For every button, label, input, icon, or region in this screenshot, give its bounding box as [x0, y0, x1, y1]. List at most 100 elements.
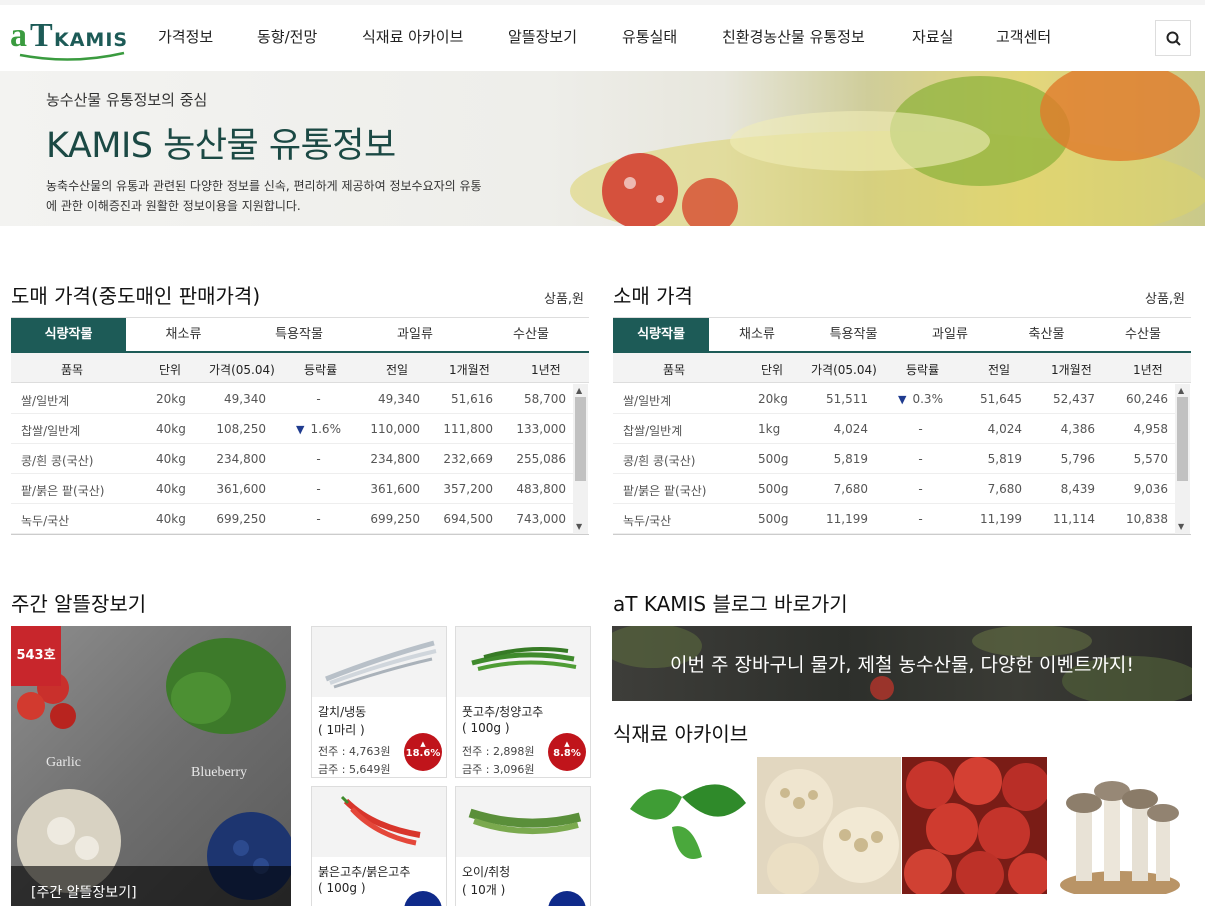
- wholesale-tab-grains[interactable]: 식량작물: [11, 318, 126, 352]
- blog-banner[interactable]: 이번 주 장바구니 물가, 제철 농수산물, 다양한 이벤트까지!: [612, 626, 1192, 701]
- scroll-thumb[interactable]: [1177, 397, 1188, 481]
- change-percent: 8.8%: [553, 748, 581, 759]
- cell-prev-day: 234,800: [370, 452, 420, 466]
- weekly-caption-bar: [주간 알뜰장보기]: [11, 866, 291, 906]
- archive-apple-image[interactable]: [902, 757, 1047, 894]
- cell-month-ago: 357,200: [443, 482, 493, 496]
- scroll-thumb[interactable]: [575, 397, 586, 481]
- table-row[interactable]: 녹두/국산 500g 11,199 - 11,199 11,114 10,838: [613, 504, 1175, 534]
- table-row[interactable]: 쌀/일반계 20kg 51,511 ▼ 0.3% 51,645 52,437 60…: [613, 384, 1175, 414]
- archive-basil-image[interactable]: [612, 757, 754, 894]
- wholesale-tab-special-crops[interactable]: 특용작물: [241, 318, 357, 352]
- cell-year-ago: 5,570: [1133, 452, 1168, 466]
- retail-unit-note: 상품,원: [1145, 292, 1186, 307]
- logo-letter-t: T: [30, 17, 53, 54]
- wholesale-title: 도매 가격(중도매인 판매가격): [11, 284, 261, 308]
- kamis-logo[interactable]: a T KAMIS: [10, 17, 128, 61]
- scroll-down-icon[interactable]: ▼: [1178, 522, 1184, 531]
- cell-price: 361,600: [216, 482, 266, 496]
- logo-letter-a: a: [10, 17, 27, 54]
- product-card[interactable]: 풋고추/청양고추 ( 100g ) 전주 : 2,898원 금주 : 3,096…: [455, 626, 591, 778]
- cell-year-ago: 4,958: [1133, 422, 1168, 436]
- scroll-down-icon[interactable]: ▼: [576, 522, 582, 531]
- green-pepper-icon: [471, 647, 577, 671]
- col-month-ago: 1개월전: [449, 363, 490, 377]
- product-name: 풋고추/청양고추: [462, 705, 544, 719]
- product-image: [456, 787, 590, 857]
- search-icon: [1166, 31, 1181, 46]
- price-last-week: 전주 : 2,898원: [462, 745, 535, 758]
- table-row[interactable]: 찹쌀/일반계 1kg 4,024 - 4,024 4,386 4,958: [613, 414, 1175, 444]
- retail-tab-seafood[interactable]: 수산물: [1095, 318, 1191, 352]
- product-card[interactable]: 붉은고추/붉은고추 ( 100g ): [311, 786, 447, 906]
- cell-unit: 40kg: [156, 452, 186, 466]
- wholesale-table-header: 품목 단위 가격(05.04) 등락률 전일 1개월전 1년전: [11, 353, 589, 383]
- cell-unit: 40kg: [156, 422, 186, 436]
- cell-unit: 1kg: [758, 422, 781, 436]
- wholesale-tab-vegetables[interactable]: 채소류: [126, 318, 241, 352]
- retail-tab-grains[interactable]: 식량작물: [613, 318, 709, 352]
- cell-price: 234,800: [216, 452, 266, 466]
- cell-prev-day: 361,600: [370, 482, 420, 496]
- cell-month-ago: 4,386: [1060, 422, 1095, 436]
- wholesale-scrollbar[interactable]: ▲ ▼: [573, 384, 588, 534]
- table-row[interactable]: 찹쌀/일반계 40kg 108,250 ▼ 1.6% 110,000 111,80…: [11, 414, 573, 444]
- nav-customer-center[interactable]: 고객센터: [996, 26, 1051, 47]
- nav-smart-shopping[interactable]: 알뜰장보기: [508, 26, 577, 47]
- retail-title: 소매 가격: [613, 284, 693, 308]
- table-row[interactable]: 콩/흰 콩(국산) 40kg 234,800 - 234,800 232,669…: [11, 444, 573, 474]
- retail-tab-livestock[interactable]: 축산물: [998, 318, 1095, 352]
- product-unit: ( 100g ): [318, 881, 366, 895]
- col-prev-day: 전일: [386, 363, 409, 377]
- issue-badge: 543호: [11, 626, 61, 686]
- cell-change: -: [918, 482, 923, 496]
- scroll-up-icon[interactable]: ▲: [1178, 386, 1184, 395]
- retail-scrollbar[interactable]: ▲ ▼: [1175, 384, 1190, 534]
- nav-distribution-status[interactable]: 유통실태: [622, 26, 677, 47]
- wholesale-tab-seafood[interactable]: 수산물: [473, 318, 589, 352]
- cell-month-ago: 52,437: [1053, 392, 1095, 406]
- nav-trends[interactable]: 동향/전망: [257, 26, 317, 47]
- hero-subtitle: 농수산물 유통정보의 중심: [46, 91, 208, 109]
- product-card[interactable]: 갈치/냉동 ( 1마리 ) 전주 : 4,763원 금주 : 5,649원 ▲ …: [311, 626, 447, 778]
- change-badge: [404, 891, 442, 906]
- retail-tab-special-crops[interactable]: 특용작물: [805, 318, 902, 352]
- col-year-ago: 1년전: [531, 363, 561, 377]
- retail-tab-fruits[interactable]: 과일류: [902, 318, 998, 352]
- change-badge: ▲ 18.6%: [404, 733, 442, 771]
- table-row[interactable]: 쌀/일반계 20kg 49,340 - 49,340 51,616 58,700: [11, 384, 573, 414]
- wholesale-tab-fruits[interactable]: 과일류: [357, 318, 473, 352]
- cell-prev-day: 51,645: [980, 392, 1022, 406]
- product-card[interactable]: 오이/취청 ( 10개 ): [455, 786, 591, 906]
- search-button[interactable]: [1155, 20, 1191, 56]
- table-row[interactable]: 녹두/국산 40kg 699,250 - 699,250 694,500 743…: [11, 504, 573, 534]
- table-row[interactable]: 팥/붉은 팥(국산) 500g 7,680 - 7,680 8,439 9,03…: [613, 474, 1175, 504]
- retail-tab-vegetables[interactable]: 채소류: [709, 318, 805, 352]
- cell-unit: 500g: [758, 452, 789, 466]
- logo-wordmark: KAMIS: [54, 29, 129, 51]
- cell-month-ago: 8,439: [1060, 482, 1095, 496]
- nav-food-archive[interactable]: 식재료 아카이브: [362, 26, 463, 47]
- table-row[interactable]: 콩/흰 콩(국산) 500g 5,819 - 5,819 5,796 5,570: [613, 444, 1175, 474]
- nav-eco-products[interactable]: 친환경농산물 유통정보: [722, 26, 865, 47]
- change-badge: [548, 891, 586, 906]
- hero-description: 농축수산물의 유통과 관련된 다양한 정보를 신속, 편리하게 제공하여 정보수…: [46, 179, 482, 213]
- cell-price: 108,250: [216, 422, 266, 436]
- cell-year-ago: 255,086: [516, 452, 566, 466]
- nav-price-info[interactable]: 가격정보: [158, 26, 213, 47]
- cell-unit: 20kg: [156, 392, 186, 406]
- wholesale-unit-note: 상품,원: [544, 292, 585, 307]
- cell-price: 7,680: [833, 482, 868, 496]
- table-row[interactable]: 팥/붉은 팥(국산) 40kg 361,600 - 361,600 357,20…: [11, 474, 573, 504]
- archive-lotus-root-image[interactable]: [757, 757, 901, 894]
- weekly-feature[interactable]: Garlic Blueberry 543호 [주간 알뜰장보기]: [11, 626, 291, 906]
- change-percent: 18.6%: [405, 748, 441, 759]
- blog-title[interactable]: aT KAMIS 블로그 바로가기: [613, 588, 848, 617]
- nav-library[interactable]: 자료실: [912, 26, 953, 47]
- weekly-title: 주간 알뜰장보기: [11, 592, 147, 616]
- archive-king-oyster-mushroom-image[interactable]: [1048, 757, 1192, 894]
- cell-price: 49,340: [224, 392, 266, 406]
- blog-banner-text: 이번 주 장바구니 물가, 제철 농수산물, 다양한 이벤트까지!: [669, 654, 1134, 676]
- scroll-up-icon[interactable]: ▲: [576, 386, 582, 395]
- cell-item: 쌀/일반계: [623, 394, 672, 408]
